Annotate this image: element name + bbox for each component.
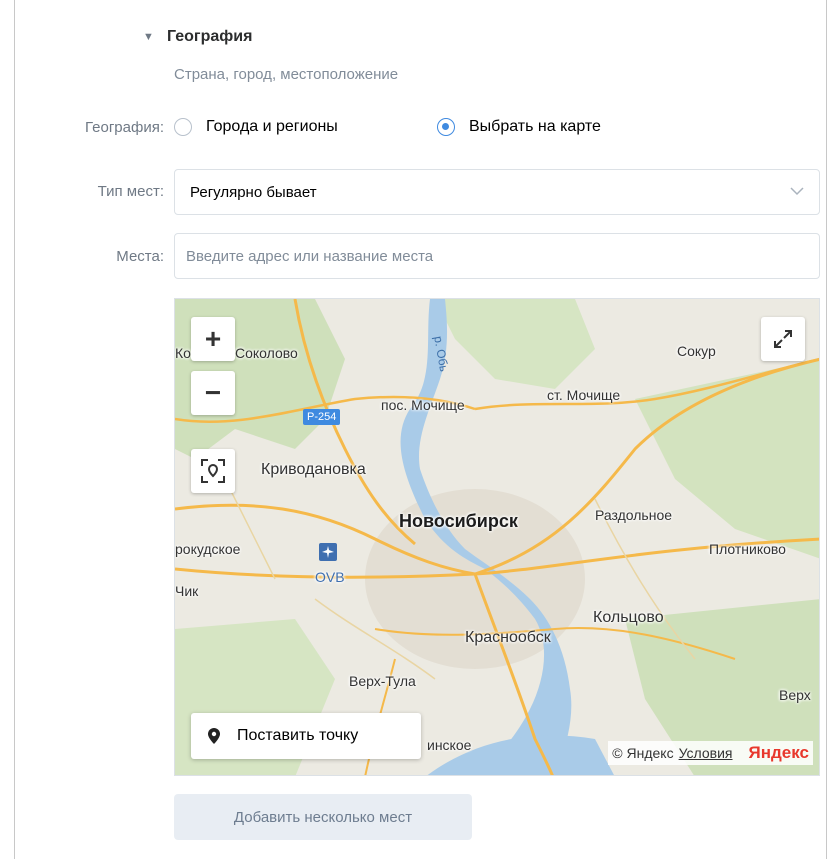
geolocation-button[interactable]: [191, 449, 235, 493]
minus-icon: −: [204, 377, 222, 408]
map-label-novosibirsk: Новосибирск: [399, 511, 518, 531]
radio-label: Города и регионы: [206, 118, 338, 135]
map-label-pos-mochishche: пос. Мочище: [381, 397, 465, 413]
zoom-out-button[interactable]: −: [191, 371, 235, 415]
places-search-input[interactable]: [174, 233, 820, 279]
map-label-st-mochishche: ст. Мочище: [547, 387, 621, 403]
terms-link[interactable]: Условия: [679, 745, 733, 761]
chevron-down-icon: [790, 187, 804, 196]
geography-section-toggle[interactable]: ▼ География: [143, 28, 252, 46]
map-pin-icon: [208, 728, 220, 744]
plus-icon: +: [204, 323, 222, 354]
yandex-logo[interactable]: Яндекс: [749, 743, 809, 763]
map-label-krasnoobsk: Краснообск: [465, 629, 551, 646]
set-point-button[interactable]: Поставить точку: [191, 713, 421, 759]
road-badge-r254: Р-254: [303, 409, 341, 425]
map-label-kudskoe: рокудское: [175, 541, 241, 557]
map-label-chik: Чик: [175, 583, 199, 599]
map-label-inskoe: инское: [427, 737, 472, 753]
map-label-sokur: Сокур: [677, 343, 716, 359]
map-label-krivodanovka: Криводановка: [261, 461, 366, 478]
add-multiple-places-button[interactable]: Добавить несколько мест: [174, 794, 472, 840]
map-copyright: © Яндекс Условия Яндекс: [608, 741, 813, 765]
set-point-label: Поставить точку: [237, 727, 359, 744]
place-type-value: Регулярно бывает: [190, 183, 317, 201]
airport-icon: [319, 543, 337, 561]
locate-icon: [201, 459, 225, 483]
caret-down-icon: ▼: [143, 31, 154, 43]
section-title: География: [167, 28, 253, 45]
geography-label: География:: [85, 119, 164, 136]
map-background: [175, 299, 819, 775]
map-label-verkh-tula: Верх-Тула: [349, 673, 416, 689]
places-label: Места:: [116, 248, 164, 265]
radio-cities-regions[interactable]: Города и регионы: [174, 118, 338, 136]
radio-select-on-map[interactable]: Выбрать на карте: [437, 118, 601, 136]
section-subtitle: Страна, город, местоположение: [174, 66, 399, 83]
place-type-select[interactable]: Регулярно бывает: [174, 169, 820, 215]
map-label-plotnikovo: Плотниково: [709, 541, 786, 557]
map-label-koltsovo: Кольцово: [593, 609, 664, 626]
zoom-in-button[interactable]: +: [191, 317, 235, 361]
fullscreen-button[interactable]: [761, 317, 805, 361]
map-view[interactable]: + − Ко Соколово Сокур пос. Мочище ст. Мо…: [174, 298, 820, 776]
expand-icon: [774, 330, 792, 348]
map-label-sokolovo-prefix: Ко: [175, 345, 191, 361]
map-label-razdolnoe: Раздольное: [595, 507, 673, 523]
map-label-sokolovo: Соколово: [235, 345, 298, 361]
radio-checked-icon: [437, 118, 455, 136]
place-type-label: Тип мест:: [97, 183, 164, 200]
map-label-verkh: Верх: [779, 687, 811, 703]
radio-unchecked-icon: [174, 118, 192, 136]
map-label-ovb: OVB: [315, 569, 345, 585]
radio-label: Выбрать на карте: [469, 118, 601, 135]
copyright-text: © Яндекс: [612, 745, 674, 761]
